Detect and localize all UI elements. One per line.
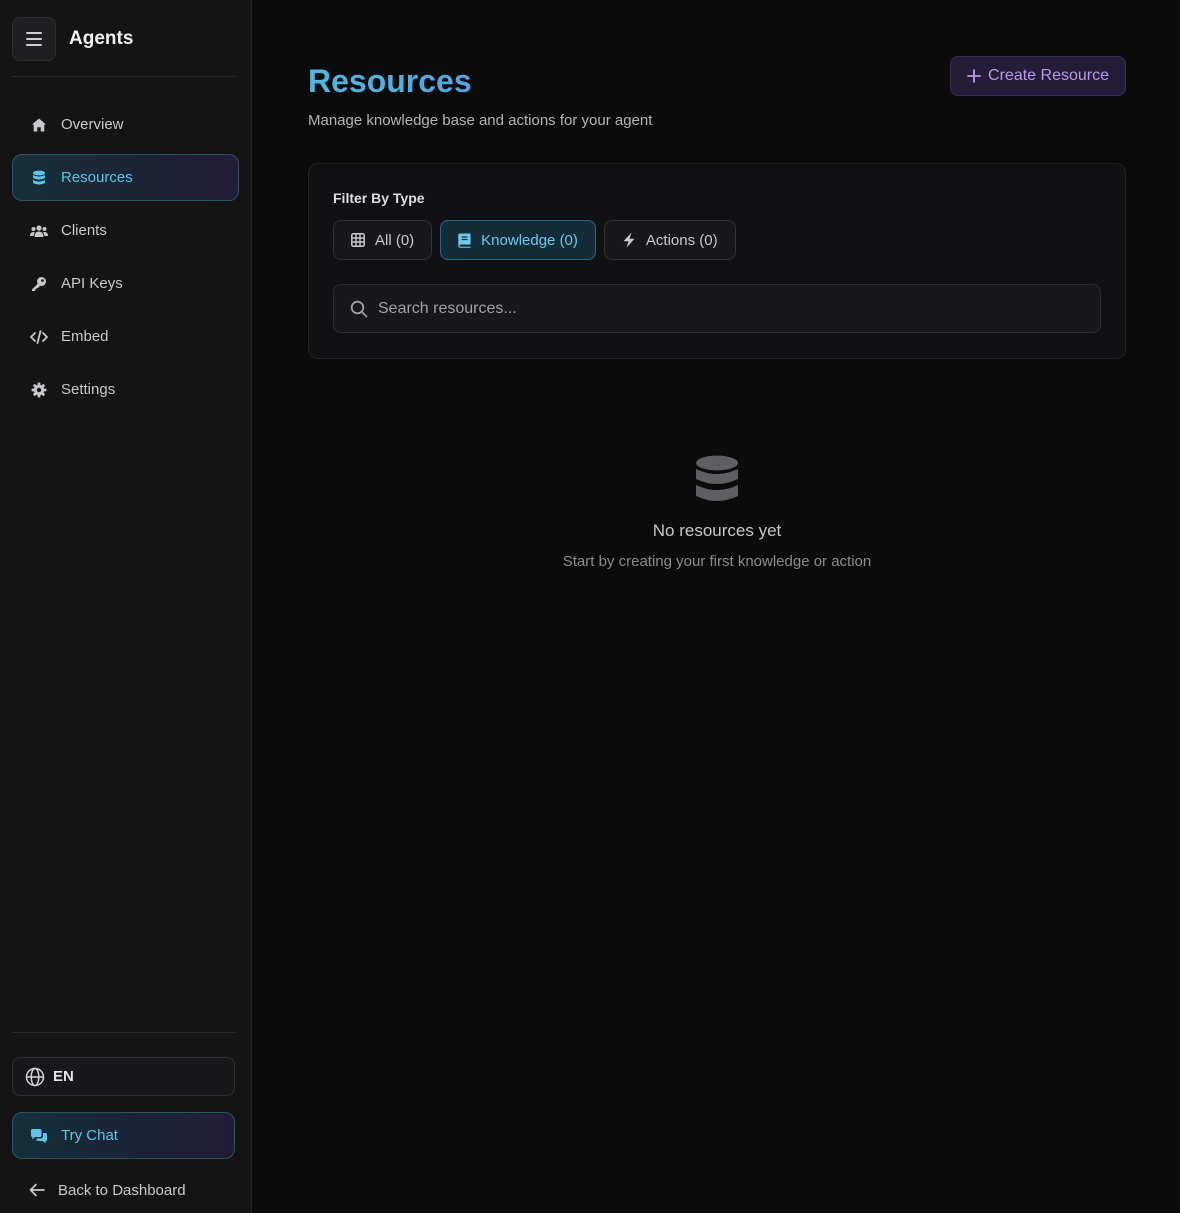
filter-card: Filter By Type All (0) Knowledge (0) Act… [308, 163, 1126, 359]
back-label: Back to Dashboard [58, 1181, 186, 1199]
filter-tab-label: Knowledge (0) [481, 231, 578, 249]
filter-tab-label: Actions (0) [645, 231, 718, 249]
gear-icon [30, 381, 48, 399]
try-chat-button[interactable]: Try Chat [12, 1112, 235, 1159]
sidebar-item-label: Resources [61, 169, 133, 186]
sidebar-item-resources[interactable]: Resources [12, 154, 239, 201]
arrow-left-icon [29, 1183, 45, 1197]
hamburger-icon [26, 31, 42, 46]
back-to-dashboard-link[interactable]: Back to Dashboard [12, 1175, 235, 1205]
menu-toggle-button[interactable] [12, 16, 56, 61]
filter-tab-actions[interactable]: Actions (0) [603, 220, 736, 260]
database-icon [695, 455, 739, 505]
bolt-icon [622, 232, 636, 248]
sidebar-item-label: Settings [61, 381, 116, 398]
sidebar-footer: EN Try Chat Back to Dashboard [12, 1032, 235, 1213]
filter-tab-all[interactable]: All (0) [333, 220, 433, 260]
chat-icon [30, 1128, 48, 1144]
sidebar-item-overview[interactable]: Overview [12, 101, 239, 148]
language-label: EN [53, 1068, 74, 1085]
sidebar-item-label: Embed [61, 328, 109, 345]
divider [12, 1032, 235, 1033]
book-icon [458, 233, 471, 248]
page-header: Resources Manage knowledge base and acti… [308, 56, 1126, 129]
sidebar-nav: Overview Resources Clients API Keys Embe… [0, 77, 251, 413]
code-icon [30, 328, 48, 346]
sidebar-header: Agents [12, 0, 235, 77]
sidebar-item-label: API Keys [61, 275, 123, 292]
sidebar: Agents Overview Resources Clients API Ke… [0, 0, 252, 1213]
app-root: Agents Overview Resources Clients API Ke… [0, 0, 1180, 1213]
filter-label: Filter By Type [333, 190, 425, 206]
sidebar-item-settings[interactable]: Settings [12, 366, 239, 413]
page-title: Resources [308, 62, 652, 100]
home-icon [30, 116, 48, 134]
sidebar-item-label: Clients [61, 222, 107, 239]
search-icon [350, 300, 368, 318]
filter-tab-label: All (0) [375, 231, 415, 249]
sidebar-item-clients[interactable]: Clients [12, 207, 239, 254]
filter-tab-knowledge[interactable]: Knowledge (0) [440, 220, 596, 260]
plus-icon [967, 69, 981, 83]
grid-icon [351, 233, 365, 247]
language-selector[interactable]: EN [12, 1057, 235, 1096]
main-content: Resources Manage knowledge base and acti… [252, 0, 1180, 1213]
try-chat-label: Try Chat [61, 1127, 118, 1144]
globe-icon [25, 1067, 45, 1087]
sidebar-item-api-keys[interactable]: API Keys [12, 260, 239, 307]
empty-state-subtitle: Start by creating your first knowledge o… [562, 553, 872, 570]
create-resource-label: Create Resource [988, 67, 1109, 84]
search-input[interactable] [378, 299, 1058, 318]
sidebar-item-label: Overview [61, 116, 124, 133]
page-subtitle: Manage knowledge base and actions for yo… [308, 112, 653, 129]
filter-tabs: All (0) Knowledge (0) Actions (0) [333, 220, 1101, 260]
users-icon [30, 222, 48, 240]
sidebar-item-embed[interactable]: Embed [12, 313, 239, 360]
empty-state: No resources yet Start by creating your … [308, 455, 1126, 570]
search-bar [333, 284, 1101, 333]
empty-state-title: No resources yet [652, 521, 782, 540]
create-resource-button[interactable]: Create Resource [950, 56, 1126, 96]
key-icon [30, 275, 48, 293]
database-icon [30, 169, 48, 187]
sidebar-title: Agents [69, 27, 134, 49]
